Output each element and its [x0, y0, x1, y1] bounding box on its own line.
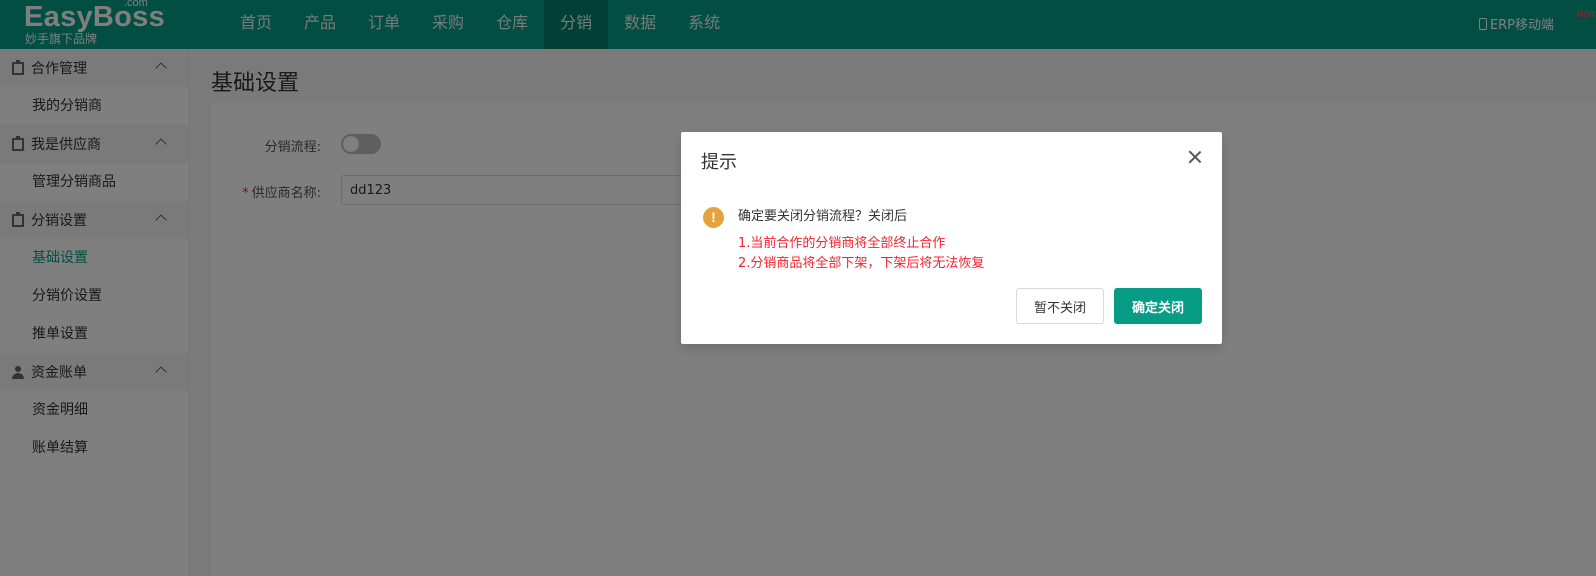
dialog-warning-line-1: 1.当前合作的分销商将全部终止合作 — [738, 236, 946, 251]
dialog-title: 提示 — [701, 152, 737, 173]
close-icon[interactable] — [1188, 150, 1202, 164]
dialog-warning-line-2: 2.分销商品将全部下架，下架后将无法恢复 — [738, 256, 985, 271]
warning-icon: ! — [703, 207, 724, 228]
dialog-message: 确定要关闭分销流程？关闭后 — [738, 209, 908, 224]
confirm-dialog: 提示 ! 确定要关闭分销流程？关闭后 1.当前合作的分销商将全部终止合作 2.分… — [681, 132, 1222, 344]
confirm-close-button[interactable]: 确定关闭 — [1114, 288, 1202, 324]
cancel-button[interactable]: 暂不关闭 — [1016, 288, 1104, 324]
